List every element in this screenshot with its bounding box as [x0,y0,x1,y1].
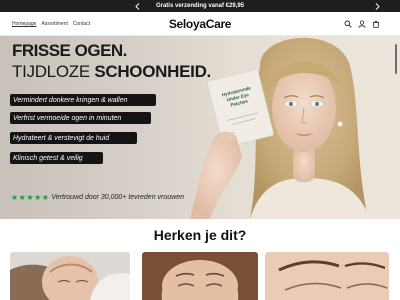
account-icon[interactable] [357,20,366,29]
site-header: Homepage Assortiment Contact SeloyaCare [0,12,400,36]
benefit-pill: Klinisch getest & veilig [10,152,103,164]
problem-image-tired-woman [10,252,130,300]
main-nav: Homepage Assortiment Contact [12,12,90,36]
nav-assortiment[interactable]: Assortiment [41,21,67,27]
search-icon[interactable] [343,20,352,29]
hero-headline-line1: FRISSE OGEN. [12,41,127,60]
hero-headline-line2: TIJDLOZE SCHOONHEID. [12,62,211,82]
trust-badge: ★★★★★ Vertrouwd door 30,000+ tevreden vr… [11,192,184,202]
trust-text: Vertrouwd door 30,000+ tevreden vrouwen [51,193,184,201]
header-icons [343,12,380,36]
problem-image-puffy-eyes [142,252,258,300]
hero-headline-regular: TIJDLOZE [12,62,95,81]
chevron-left-icon[interactable] [130,0,144,12]
benefit-pill: Verfrist vermoeide ogen in minuten [10,112,151,124]
announcement-bar: Gratis verzending vanaf €29,95 [0,0,400,12]
star-rating-icon: ★★★★★ [11,192,50,202]
nav-homepage[interactable]: Homepage [12,21,36,27]
problem-image-eye-closeup [265,252,389,300]
announcement-text: Gratis verzending vanaf €29,95 [155,3,245,9]
hero-model-photo: Hydraterende Under Eye Patches [190,37,370,219]
logo[interactable]: SeloyaCare [169,17,232,31]
page-scrollbar[interactable] [395,44,397,74]
hero-headline-bold: SCHOONHEID. [94,62,211,81]
benefit-pill: Vermindert donkere kringen & wallen [10,94,156,106]
chevron-right-icon[interactable] [370,0,384,12]
hero-banner: Hydraterende Under Eye Patches FRISSE OG… [0,36,400,219]
nav-contact[interactable]: Contact [73,21,90,27]
section-title: Herken je dit? [153,227,247,243]
cart-icon[interactable] [371,20,380,29]
benefit-pill: Hydrateert & verstevigt de huid [10,132,137,144]
